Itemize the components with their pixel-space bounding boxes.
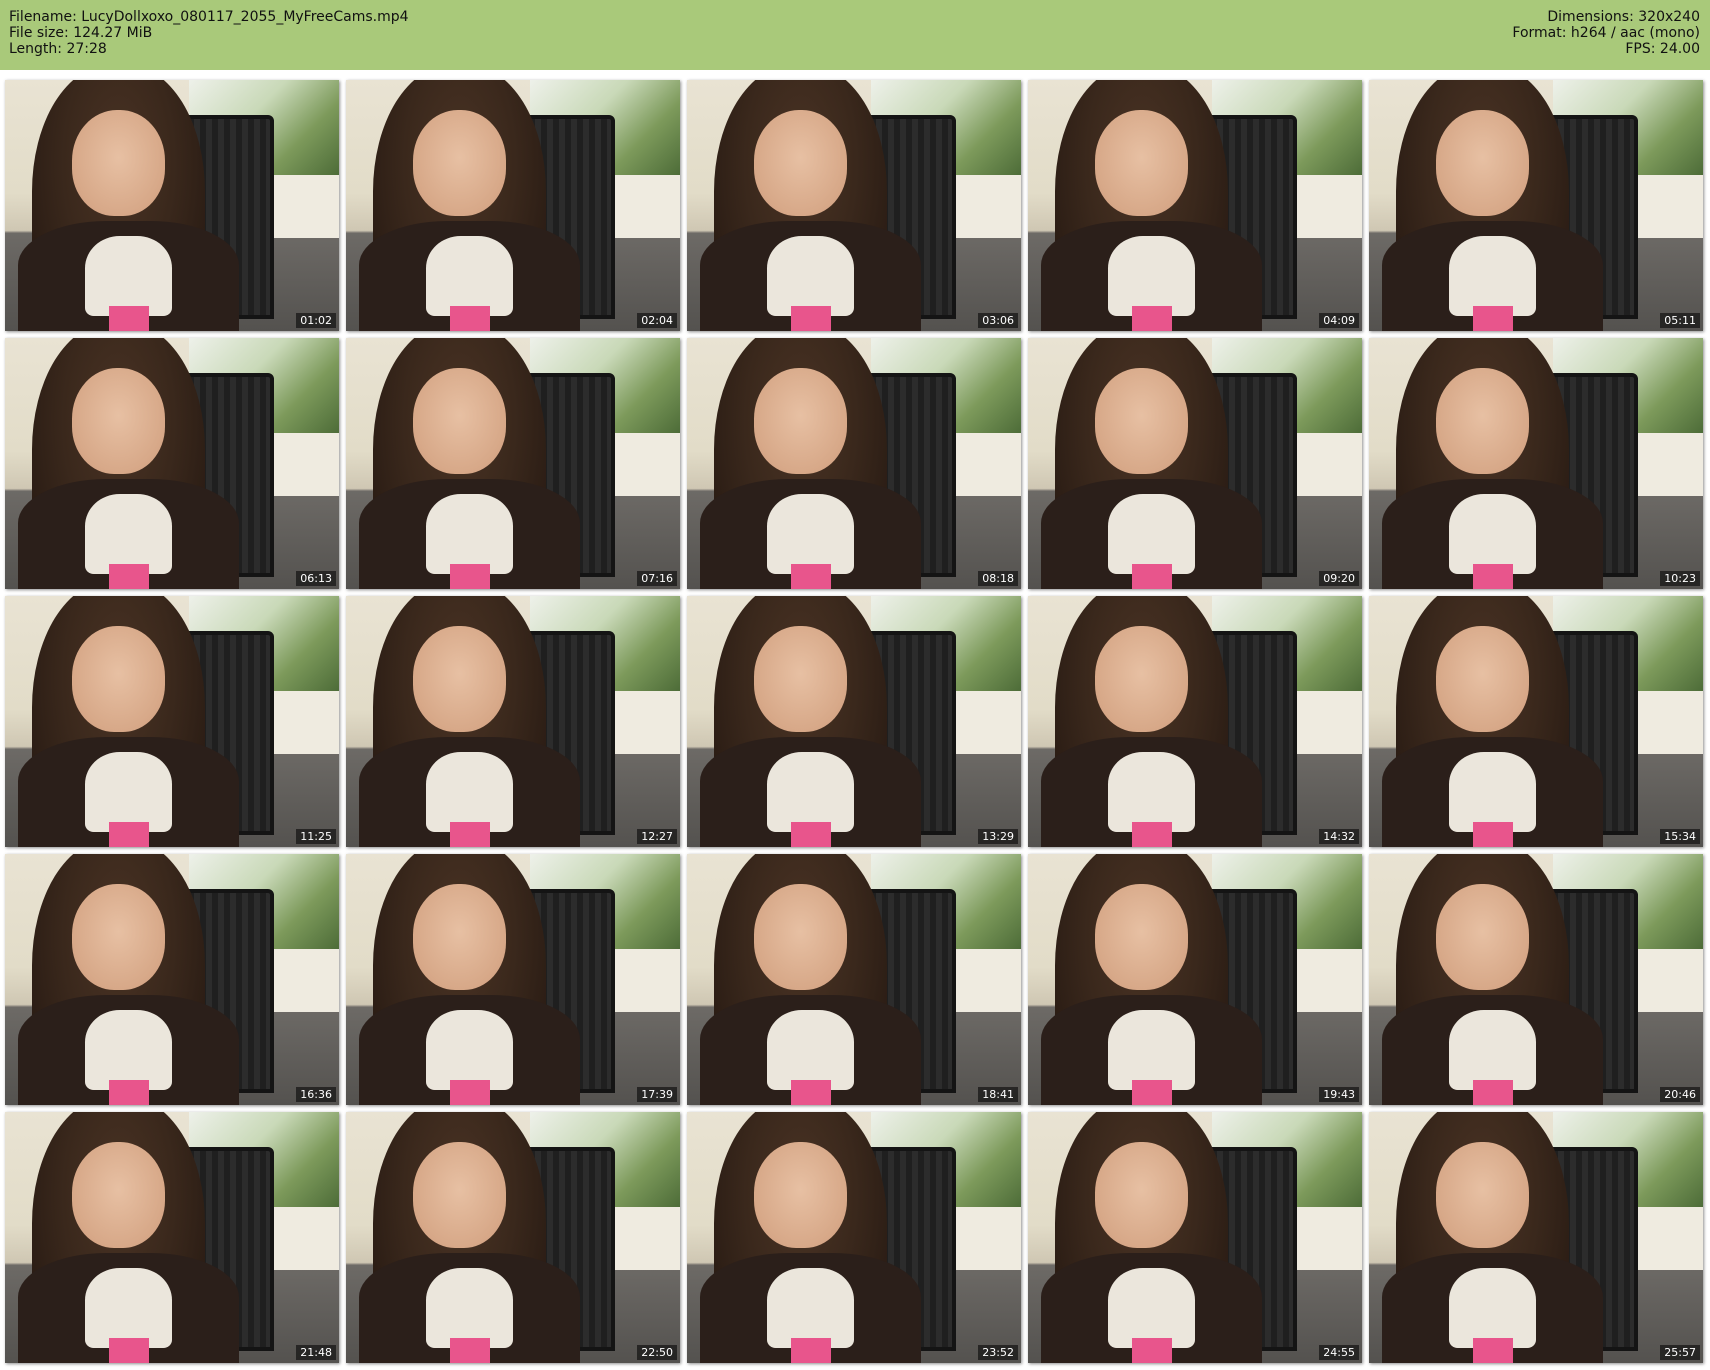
frame-timestamp: 23:52 <box>978 1345 1018 1360</box>
dimensions-text: Dimensions: 320x240 <box>1547 9 1700 25</box>
frame-timestamp: 10:23 <box>1660 571 1700 586</box>
frame-timestamp: 14:32 <box>1319 829 1359 844</box>
frame-timestamp: 05:11 <box>1660 313 1700 328</box>
frame-timestamp: 15:34 <box>1660 829 1700 844</box>
frame-timestamp: 12:27 <box>637 829 677 844</box>
thumbnail-frame: 01:02 <box>5 80 339 331</box>
frame-timestamp: 24:55 <box>1319 1345 1359 1360</box>
filesize-text: File size: 124.27 MiB <box>9 25 153 41</box>
thumbnail-frame: 13:29 <box>687 596 1021 847</box>
thumbnail-frame: 04:09 <box>1028 80 1362 331</box>
thumbnail-frame: 23:52 <box>687 1112 1021 1363</box>
thumbnail-frame: 17:39 <box>346 854 680 1105</box>
frame-timestamp: 17:39 <box>637 1087 677 1102</box>
frame-timestamp: 08:18 <box>978 571 1018 586</box>
frame-timestamp: 03:06 <box>978 313 1018 328</box>
thumbnail-frame: 14:32 <box>1028 596 1362 847</box>
frame-timestamp: 02:04 <box>637 313 677 328</box>
thumbnail-frame: 11:25 <box>5 596 339 847</box>
thumbnail-frame: 16:36 <box>5 854 339 1105</box>
thumbnail-frame: 15:34 <box>1369 596 1703 847</box>
frame-timestamp: 13:29 <box>978 829 1018 844</box>
thumbnail-frame: 22:50 <box>346 1112 680 1363</box>
frame-timestamp: 25:57 <box>1660 1345 1700 1360</box>
frame-timestamp: 07:16 <box>637 571 677 586</box>
thumbnail-frame: 20:46 <box>1369 854 1703 1105</box>
thumbnail-frame: 03:06 <box>687 80 1021 331</box>
frame-timestamp: 06:13 <box>296 571 336 586</box>
thumbnail-frame: 18:41 <box>687 854 1021 1105</box>
thumbnail-frame: 09:20 <box>1028 338 1362 589</box>
thumbnail-frame: 06:13 <box>5 338 339 589</box>
thumbnail-frame: 19:43 <box>1028 854 1362 1105</box>
frame-timestamp: 22:50 <box>637 1345 677 1360</box>
thumbnail-frame: 12:27 <box>346 596 680 847</box>
thumbnail-frame: 07:16 <box>346 338 680 589</box>
thumbnail-frame: 21:48 <box>5 1112 339 1363</box>
thumbnail-frame: 08:18 <box>687 338 1021 589</box>
thumbnail-frame: 10:23 <box>1369 338 1703 589</box>
thumbnail-frame: 24:55 <box>1028 1112 1362 1363</box>
thumbnail-frame: 02:04 <box>346 80 680 331</box>
frame-timestamp: 04:09 <box>1319 313 1359 328</box>
file-info-left: Filename: LucyDollxoxo_080117_2055_MyFre… <box>9 9 409 57</box>
frame-timestamp: 11:25 <box>296 829 336 844</box>
frame-timestamp: 19:43 <box>1319 1087 1359 1102</box>
frame-timestamp: 18:41 <box>978 1087 1018 1102</box>
thumbnail-grid: 01:02 02:04 03:06 04:09 05:11 06:13 07:1… <box>5 80 1705 1365</box>
file-info-right: Dimensions: 320x240 Format: h264 / aac (… <box>1512 9 1700 57</box>
length-text: Length: 27:28 <box>9 41 107 57</box>
frame-timestamp: 01:02 <box>296 313 336 328</box>
frame-timestamp: 09:20 <box>1319 571 1359 586</box>
frame-timestamp: 16:36 <box>296 1087 336 1102</box>
thumbnail-frame: 05:11 <box>1369 80 1703 331</box>
filename-text: Filename: LucyDollxoxo_080117_2055_MyFre… <box>9 9 409 25</box>
frame-timestamp: 21:48 <box>296 1345 336 1360</box>
format-text: Format: h264 / aac (mono) <box>1512 25 1700 41</box>
info-header: Filename: LucyDollxoxo_080117_2055_MyFre… <box>0 0 1710 70</box>
fps-text: FPS: 24.00 <box>1625 41 1700 57</box>
thumbnail-frame: 25:57 <box>1369 1112 1703 1363</box>
frame-timestamp: 20:46 <box>1660 1087 1700 1102</box>
